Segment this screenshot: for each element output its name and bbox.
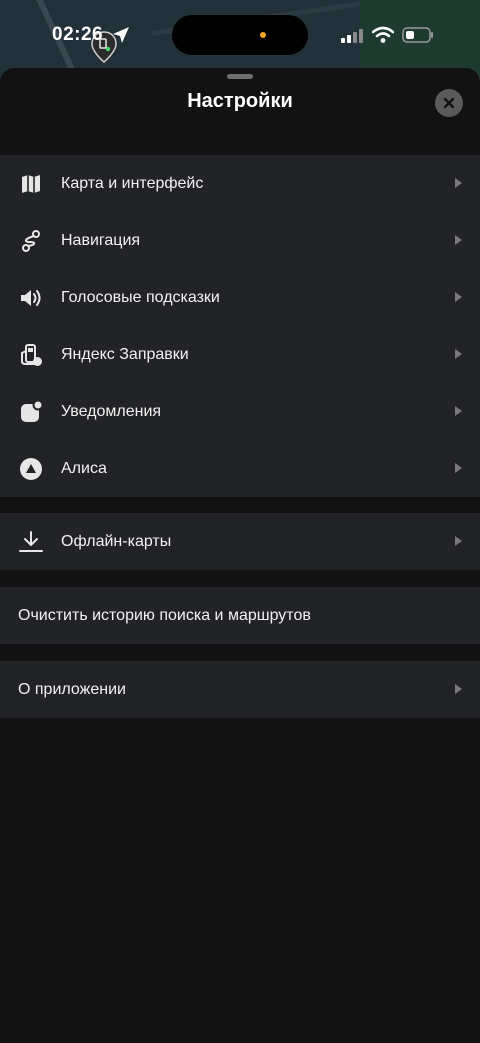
settings-group-main: Карта и интерфейс Навигация Голосовые по…: [0, 155, 480, 497]
chevron-right-icon: [455, 406, 462, 416]
map-icon: [18, 171, 44, 197]
settings-item-about[interactable]: О приложении: [0, 661, 480, 718]
settings-item-offline-maps[interactable]: Офлайн-карты: [0, 513, 480, 570]
settings-group-history: Очистить историю поиска и маршрутов: [0, 587, 480, 644]
settings-item-yandex-fuel[interactable]: Яндекс Заправки: [0, 326, 480, 383]
chevron-right-icon: [455, 463, 462, 473]
chevron-right-icon: [455, 235, 462, 245]
download-icon: [18, 529, 44, 555]
dynamic-island: [172, 15, 308, 55]
route-icon: [18, 228, 44, 254]
alice-icon: [18, 456, 44, 482]
fuel-icon: [18, 342, 44, 368]
location-arrow-icon: [113, 27, 129, 43]
privacy-indicator-dot: [260, 32, 266, 38]
settings-item-navigation[interactable]: Навигация: [0, 212, 480, 269]
chevron-right-icon: [455, 684, 462, 694]
settings-item-label: О приложении: [18, 680, 126, 698]
settings-item-label: Алиса: [61, 459, 107, 477]
notification-icon: [18, 399, 44, 425]
chevron-right-icon: [455, 178, 462, 188]
sheet-grabber[interactable]: [227, 74, 253, 79]
settings-sheet: Настройки Карта и интерфейс Навигация Го…: [0, 68, 480, 1043]
settings-item-label: Карта и интерфейс: [61, 174, 204, 192]
chevron-right-icon: [455, 349, 462, 359]
chevron-right-icon: [455, 536, 462, 546]
chevron-right-icon: [455, 292, 462, 302]
close-button[interactable]: [435, 89, 463, 117]
battery-icon: [402, 27, 433, 43]
settings-item-label: Уведомления: [61, 402, 162, 420]
clear-history-button[interactable]: Очистить историю поиска и маршрутов: [0, 587, 480, 644]
settings-item-label: Яндекс Заправки: [61, 345, 189, 363]
settings-item-voice-prompts[interactable]: Голосовые подсказки: [0, 269, 480, 326]
close-icon: [443, 97, 455, 109]
settings-item-notifications[interactable]: Уведомления: [0, 383, 480, 440]
status-bar: 02:26: [0, 0, 480, 70]
settings-item-label: Очистить историю поиска и маршрутов: [18, 606, 311, 624]
settings-item-map-interface[interactable]: Карта и интерфейс: [0, 155, 480, 212]
cellular-signal-icon: [341, 29, 363, 43]
speaker-icon: [18, 285, 44, 311]
settings-item-label: Голосовые подсказки: [61, 288, 220, 306]
wifi-icon: [372, 26, 394, 43]
settings-item-label: Офлайн-карты: [61, 532, 172, 550]
settings-item-alice[interactable]: Алиса: [0, 440, 480, 497]
settings-item-label: Навигация: [61, 231, 141, 249]
status-time: 02:26: [52, 24, 104, 45]
sheet-title: Настройки: [187, 90, 293, 112]
settings-group-about: О приложении: [0, 661, 480, 718]
settings-group-offline: Офлайн-карты: [0, 513, 480, 570]
